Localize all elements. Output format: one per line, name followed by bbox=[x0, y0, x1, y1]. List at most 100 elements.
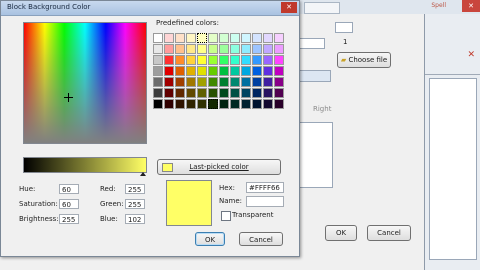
color-swatch[interactable] bbox=[219, 77, 229, 87]
spell-label[interactable]: Spell bbox=[431, 2, 446, 9]
color-swatch[interactable] bbox=[274, 33, 284, 43]
color-swatch[interactable] bbox=[164, 77, 174, 87]
color-swatch[interactable] bbox=[241, 77, 251, 87]
color-swatch[interactable] bbox=[230, 66, 240, 76]
color-swatch[interactable] bbox=[175, 44, 185, 54]
background-dropdown[interactable] bbox=[299, 70, 331, 82]
name-input[interactable] bbox=[246, 196, 284, 207]
color-swatch[interactable] bbox=[230, 77, 240, 87]
dialog-close-icon[interactable]: ✕ bbox=[281, 2, 297, 13]
background-tab[interactable] bbox=[304, 2, 340, 14]
color-swatch[interactable] bbox=[153, 55, 163, 65]
brightness-slider[interactable] bbox=[23, 157, 147, 173]
color-swatch[interactable] bbox=[241, 99, 251, 109]
color-swatch[interactable] bbox=[274, 99, 284, 109]
color-swatch[interactable] bbox=[241, 55, 251, 65]
background-cancel-button[interactable]: Cancel bbox=[367, 225, 411, 241]
saturation-input[interactable]: 60 bbox=[59, 199, 79, 209]
color-swatch[interactable] bbox=[164, 88, 174, 98]
brightness-input[interactable]: 255 bbox=[59, 214, 79, 224]
last-picked-color-button[interactable]: Last-picked color bbox=[157, 159, 281, 175]
color-swatch[interactable] bbox=[252, 66, 262, 76]
color-swatch[interactable] bbox=[153, 33, 163, 43]
color-swatch[interactable] bbox=[230, 44, 240, 54]
color-swatch[interactable] bbox=[230, 33, 240, 43]
color-swatch[interactable] bbox=[164, 55, 174, 65]
choose-file-button[interactable]: ▰ Choose file bbox=[337, 52, 391, 68]
color-swatch[interactable] bbox=[274, 88, 284, 98]
color-swatch[interactable] bbox=[186, 44, 196, 54]
color-swatch[interactable] bbox=[219, 44, 229, 54]
color-swatch[interactable] bbox=[263, 99, 273, 109]
color-swatch[interactable] bbox=[153, 77, 163, 87]
color-swatch[interactable] bbox=[153, 44, 163, 54]
color-swatch[interactable] bbox=[241, 44, 251, 54]
color-swatch[interactable] bbox=[197, 33, 207, 43]
background-close-icon[interactable]: ✕ bbox=[462, 0, 480, 12]
color-swatch[interactable] bbox=[219, 66, 229, 76]
color-swatch[interactable] bbox=[274, 66, 284, 76]
brightness-marker-icon[interactable] bbox=[140, 172, 146, 176]
background-close-icon-small[interactable]: ✕ bbox=[467, 50, 475, 60]
color-swatch[interactable] bbox=[153, 99, 163, 109]
color-swatch[interactable] bbox=[186, 88, 196, 98]
color-swatch[interactable] bbox=[175, 99, 185, 109]
color-swatch[interactable] bbox=[164, 66, 174, 76]
color-swatch[interactable] bbox=[252, 99, 262, 109]
color-swatch[interactable] bbox=[241, 88, 251, 98]
color-swatch[interactable] bbox=[175, 33, 185, 43]
color-swatch[interactable] bbox=[153, 88, 163, 98]
green-input[interactable]: 255 bbox=[125, 199, 145, 209]
color-swatch[interactable] bbox=[164, 44, 174, 54]
background-input[interactable] bbox=[299, 38, 325, 49]
cancel-button[interactable]: Cancel bbox=[239, 232, 283, 246]
color-swatch[interactable] bbox=[208, 55, 218, 65]
color-swatch[interactable] bbox=[230, 88, 240, 98]
color-swatch[interactable] bbox=[263, 88, 273, 98]
color-swatch[interactable] bbox=[197, 55, 207, 65]
color-swatch[interactable] bbox=[208, 88, 218, 98]
color-swatch[interactable] bbox=[186, 66, 196, 76]
color-swatch[interactable] bbox=[274, 55, 284, 65]
color-swatch[interactable] bbox=[252, 55, 262, 65]
color-swatch[interactable] bbox=[252, 77, 262, 87]
color-swatch[interactable] bbox=[219, 88, 229, 98]
color-swatch[interactable] bbox=[197, 66, 207, 76]
background-field[interactable] bbox=[335, 22, 353, 33]
color-swatch[interactable] bbox=[263, 33, 273, 43]
red-input[interactable]: 255 bbox=[125, 184, 145, 194]
color-swatch[interactable] bbox=[197, 88, 207, 98]
color-swatch[interactable] bbox=[208, 77, 218, 87]
color-swatch[interactable] bbox=[164, 33, 174, 43]
color-swatch[interactable] bbox=[241, 33, 251, 43]
color-swatch[interactable] bbox=[208, 66, 218, 76]
color-swatch[interactable] bbox=[197, 44, 207, 54]
color-swatch[interactable] bbox=[175, 88, 185, 98]
ok-button[interactable]: OK bbox=[195, 232, 225, 246]
color-swatch[interactable] bbox=[175, 77, 185, 87]
color-swatch[interactable] bbox=[263, 66, 273, 76]
color-swatch[interactable] bbox=[230, 55, 240, 65]
color-swatch[interactable] bbox=[186, 33, 196, 43]
color-swatch[interactable] bbox=[175, 55, 185, 65]
color-swatch[interactable] bbox=[197, 77, 207, 87]
hue-saturation-spectrum[interactable] bbox=[23, 22, 147, 144]
color-swatch[interactable] bbox=[186, 55, 196, 65]
color-swatch[interactable] bbox=[186, 77, 196, 87]
color-swatch[interactable] bbox=[219, 99, 229, 109]
color-swatch[interactable] bbox=[263, 55, 273, 65]
color-swatch[interactable] bbox=[230, 99, 240, 109]
background-ok-button[interactable]: OK bbox=[325, 225, 357, 241]
color-swatch[interactable] bbox=[252, 33, 262, 43]
color-swatch[interactable] bbox=[197, 99, 207, 109]
blue-input[interactable]: 102 bbox=[125, 214, 145, 224]
color-swatch[interactable] bbox=[164, 99, 174, 109]
right-radio-label[interactable]: Right bbox=[313, 105, 331, 113]
transparent-checkbox[interactable] bbox=[221, 211, 231, 221]
color-swatch[interactable] bbox=[219, 33, 229, 43]
color-swatch[interactable] bbox=[175, 66, 185, 76]
color-swatch[interactable] bbox=[252, 88, 262, 98]
color-swatch[interactable] bbox=[274, 77, 284, 87]
color-swatch[interactable] bbox=[208, 44, 218, 54]
dialog-titlebar[interactable]: Block Background Color ✕ bbox=[1, 1, 299, 16]
